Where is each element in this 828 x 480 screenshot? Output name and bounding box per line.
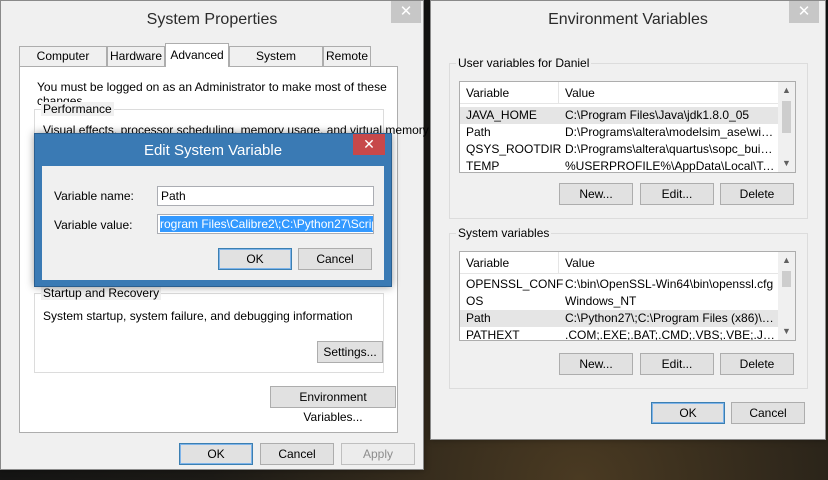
column-header-variable[interactable]: Variable (466, 86, 509, 100)
startup-text: System startup, system failure, and debu… (43, 309, 353, 323)
tab-computer-name[interactable]: Computer Name (19, 46, 107, 81)
new-system-variable-button[interactable]: New... (559, 353, 633, 375)
tab-remote[interactable]: Remote (323, 46, 371, 66)
tab-advanced[interactable]: Advanced (165, 43, 229, 67)
system-properties-titlebar[interactable]: System Properties ✕ (1, 1, 423, 37)
user-variables-legend: User variables for Daniel (456, 56, 592, 70)
table-row[interactable]: Path D:\Programs\altera\modelsim_ase\win3… (460, 124, 778, 141)
delete-user-variable-button[interactable]: Delete (720, 183, 794, 205)
delete-system-variable-button[interactable]: Delete (720, 353, 794, 375)
chevron-up-icon[interactable]: ▲ (778, 82, 795, 99)
env-cancel-button[interactable]: Cancel (731, 402, 805, 424)
user-variables-group: User variables for Daniel Variable Value… (449, 56, 808, 219)
scrollbar[interactable]: ▲ ▼ (778, 82, 795, 172)
variable-name-field[interactable]: Path (157, 186, 374, 206)
selected-text: rogram Files\Calibre2\;C:\Python27\Scrip… (160, 216, 373, 232)
cancel-button[interactable]: Cancel (260, 443, 334, 465)
table-row[interactable]: PATHEXT .COM;.EXE;.BAT;.CMD;.VBS;.VBE;.JS… (460, 327, 778, 340)
close-button[interactable]: ✕ (391, 1, 421, 23)
list-header: Variable Value (460, 82, 778, 104)
table-row[interactable]: JAVA_HOME C:\Program Files\Java\jdk1.8.0_… (460, 107, 778, 124)
env-vars-titlebar[interactable]: Environment Variables ✕ (431, 1, 825, 37)
apply-button[interactable]: Apply (341, 443, 415, 465)
environment-variables-button[interactable]: Environment Variables... (270, 386, 396, 424)
system-variables-group: System variables Variable Value OPENSSL_… (449, 226, 808, 389)
window-title: Environment Variables (548, 11, 708, 28)
variable-name-label: Variable name: (54, 189, 134, 203)
startup-recovery-group: Startup and Recovery System startup, sys… (34, 286, 384, 373)
table-row[interactable]: Path C:\Python27\;C:\Program Files (x86)\… (460, 310, 778, 327)
edit-user-variable-button[interactable]: Edit... (640, 183, 714, 205)
edit-system-variable-dialog: Edit System Variable ✕ Variable name: Pa… (34, 133, 392, 287)
table-row[interactable]: TEMP %USERPROFILE%\AppData\Local\Temp (460, 158, 778, 172)
tab-system-protection[interactable]: System Protection (229, 46, 323, 81)
close-icon: ✕ (363, 136, 375, 152)
close-icon: ✕ (797, 3, 811, 20)
scrollbar-thumb[interactable] (782, 271, 791, 287)
edit-system-variable-button[interactable]: Edit... (640, 353, 714, 375)
window-title: System Properties (146, 11, 278, 28)
column-header-variable[interactable]: Variable (466, 256, 509, 270)
env-ok-button[interactable]: OK (651, 402, 725, 424)
table-row[interactable]: OPENSSL_CONF C:\bin\OpenSSL-Win64\bin\ope… (460, 276, 778, 293)
edit-ok-button[interactable]: OK (218, 248, 292, 270)
column-header-value[interactable]: Value (565, 256, 595, 270)
settings-button[interactable]: Settings... (317, 341, 383, 363)
new-user-variable-button[interactable]: New... (559, 183, 633, 205)
edit-dialog-titlebar[interactable]: Edit System Variable ✕ (35, 134, 391, 166)
chevron-up-icon[interactable]: ▲ (778, 252, 795, 269)
system-variables-list[interactable]: Variable Value OPENSSL_CONF C:\bin\OpenSS… (459, 251, 796, 341)
scrollbar[interactable]: ▲ ▼ (778, 252, 795, 340)
variable-value-field[interactable]: rogram Files\Calibre2\;C:\Python27\Scrip… (157, 214, 374, 234)
chevron-down-icon[interactable]: ▼ (778, 155, 795, 172)
close-icon: ✕ (399, 3, 413, 20)
column-header-value[interactable]: Value (565, 86, 595, 100)
list-header: Variable Value (460, 252, 778, 274)
table-row[interactable]: OS Windows_NT (460, 293, 778, 310)
close-button[interactable]: ✕ (353, 134, 385, 155)
table-row[interactable]: QSYS_ROOTDIR D:\Programs\altera\quartus\s… (460, 141, 778, 158)
edit-dialog-body: Variable name: Path Variable value: rogr… (42, 166, 384, 280)
startup-legend: Startup and Recovery (41, 286, 162, 300)
system-variables-legend: System variables (456, 226, 552, 240)
performance-legend: Performance (41, 102, 114, 116)
edit-cancel-button[interactable]: Cancel (298, 248, 372, 270)
scrollbar-thumb[interactable] (782, 101, 791, 133)
variable-value-label: Variable value: (54, 218, 133, 232)
chevron-down-icon[interactable]: ▼ (778, 323, 795, 340)
ok-button[interactable]: OK (179, 443, 253, 465)
user-variables-list[interactable]: Variable Value JAVA_HOME C:\Program Files… (459, 81, 796, 173)
tab-hardware[interactable]: Hardware (107, 46, 165, 66)
dialog-title: Edit System Variable (143, 142, 283, 159)
close-button[interactable]: ✕ (789, 1, 819, 23)
environment-variables-window: Environment Variables ✕ User variables f… (430, 0, 826, 440)
